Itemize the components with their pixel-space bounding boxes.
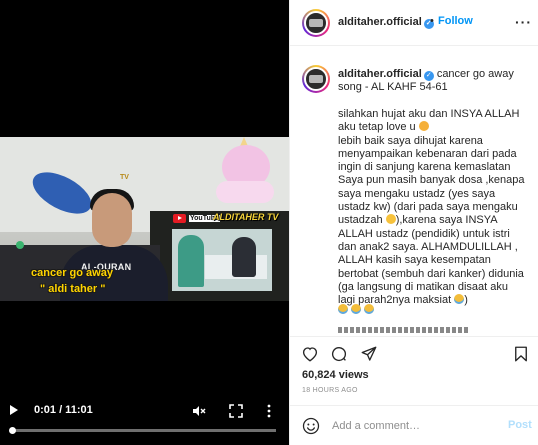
video-player[interactable]: TV AL-QURAN YouTube ALDITAHER TV cancer …: [0, 0, 289, 445]
add-comment-bar: Post: [290, 405, 538, 445]
progress-bar[interactable]: [9, 427, 276, 434]
caption-avatar-image: [304, 67, 328, 91]
view-count[interactable]: 60,824 views: [302, 369, 369, 381]
post-panel: alditaher.official ✓ • Follow ··· alditah…: [289, 0, 538, 445]
caption-avatar[interactable]: [302, 65, 330, 93]
tv-tag-text: TV: [120, 174, 129, 181]
unicorn-balloon-body-graphic: [216, 181, 274, 203]
youtube-logo-icon: [173, 214, 186, 223]
caption-body-part-3: ),karena saya INSYA ALLAH ustadz (pendid…: [338, 214, 527, 307]
video-caption-line-1: cancer go away: [31, 267, 113, 279]
avatar[interactable]: [302, 9, 330, 37]
caption-body-part-2: lebih baik saya dihujat karena menyampai…: [338, 134, 525, 227]
play-icon[interactable]: [10, 405, 18, 415]
crying-face-icon: [454, 294, 465, 305]
comment-input[interactable]: [332, 417, 492, 435]
post-timestamp[interactable]: 18 HOURS AGO: [302, 387, 358, 394]
bookmark-icon[interactable]: [512, 345, 530, 363]
video-controls: 0:01 / 11:01: [0, 398, 289, 424]
caption-body-part-1: silahkan hujat aku dan INSYA ALLAH aku t…: [338, 108, 523, 134]
emoji-picker-icon[interactable]: [302, 417, 320, 435]
more-vert-icon[interactable]: [265, 404, 273, 418]
comment-icon[interactable]: [330, 345, 348, 363]
time-display: 0:01 / 11:01: [34, 404, 93, 416]
tv-scene-figure-2: [232, 237, 256, 277]
caption-username[interactable]: alditaher.official: [338, 68, 422, 80]
caption-text: silahkan hujat aku dan INSYA ALLAH aku t…: [338, 108, 528, 307]
sweat-smile-icon: [385, 214, 396, 225]
smiling-face-with-hearts-icon: [418, 121, 429, 132]
separator-dot: •: [430, 15, 434, 27]
video-frame[interactable]: TV AL-QURAN YouTube ALDITAHER TV cancer …: [0, 137, 289, 301]
crying-face-icon: [351, 304, 361, 314]
crying-face-icon: [364, 304, 374, 314]
crying-face-icon: [338, 304, 348, 314]
caption-body-part-4: ): [464, 294, 468, 307]
header-username[interactable]: alditaher.official ✓: [338, 16, 434, 29]
mute-icon[interactable]: [192, 404, 206, 418]
share-icon[interactable]: [360, 345, 378, 363]
more-options-icon[interactable]: ···: [515, 14, 532, 30]
truncated-next-line: [338, 327, 468, 333]
heart-icon[interactable]: [301, 345, 319, 363]
caption-section: alditaher.official ✓ cancer go away song …: [290, 46, 538, 336]
caption-header: alditaher.official ✓ cancer go away song …: [338, 68, 528, 94]
tv-scene-figure: [178, 235, 204, 287]
post-comment-button[interactable]: Post: [508, 419, 532, 431]
caption-verified-badge-icon: ✓: [423, 71, 434, 81]
caption-emoji-row: [338, 304, 374, 314]
video-caption-line-2: " aldi taher ": [40, 283, 106, 295]
progress-handle[interactable]: [9, 427, 16, 434]
post-actions: [290, 336, 538, 370]
post-header: alditaher.official ✓ • Follow ···: [290, 0, 538, 46]
channel-watermark: ALDITAHER TV: [213, 212, 279, 222]
follow-button[interactable]: Follow: [438, 15, 473, 27]
decor-dot: [16, 241, 24, 249]
fullscreen-icon[interactable]: [229, 404, 243, 418]
avatar-image: [304, 11, 328, 35]
header-username-text: alditaher.official: [338, 16, 422, 28]
person-head-graphic: [92, 193, 132, 247]
